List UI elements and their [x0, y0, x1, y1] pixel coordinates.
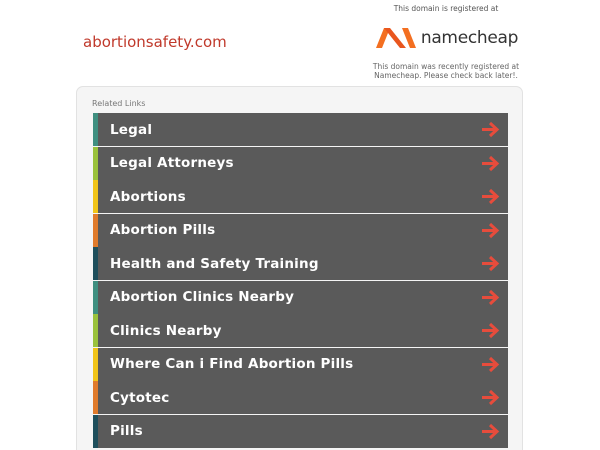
related-links-title: Related Links: [92, 99, 146, 108]
arrow-right-icon: [482, 356, 500, 372]
related-link-item[interactable]: Abortion Clinics Nearby: [93, 280, 508, 314]
related-link-item[interactable]: Legal Attorneys: [93, 146, 508, 180]
arrow-right-icon: [482, 289, 500, 305]
domain-name-link[interactable]: abortionsafety.com: [83, 33, 227, 51]
related-link-item[interactable]: Pills: [93, 414, 508, 448]
arrow-right-icon: [482, 155, 500, 171]
related-link-label: Health and Safety Training: [110, 255, 319, 272]
related-link-label: Abortions: [110, 188, 186, 205]
registrar-note-line-1: This domain was recently registered at: [372, 62, 520, 71]
registrar-note: This domain was recently registered at N…: [370, 62, 522, 80]
related-link-item[interactable]: Cytotec: [93, 381, 508, 414]
arrow-right-icon: [482, 322, 500, 339]
namecheap-logo-link[interactable]: namecheap: [370, 20, 522, 56]
arrow-right-icon: [482, 188, 500, 205]
related-link-label: Pills: [110, 423, 143, 439]
arrow-right-icon: [482, 423, 500, 439]
arrow-right-icon: [482, 255, 500, 272]
related-link-label: Where Can i Find Abortion Pills: [110, 356, 354, 372]
related-link-item[interactable]: Abortions: [93, 180, 508, 213]
related-link-label: Legal: [110, 121, 153, 138]
related-links-list: Legal Legal Attorneys Abortions Abortion Pi…: [93, 113, 508, 448]
registrar-info: This domain is registered at namecheap T…: [370, 4, 522, 80]
arrow-right-icon: [482, 222, 500, 238]
related-link-label: Abortion Pills: [110, 222, 216, 238]
page: abortionsafety.com This domain is regist…: [0, 0, 600, 450]
registrar-note-line-2: Namecheap. Please check back later!.: [374, 71, 518, 80]
related-link-item[interactable]: Health and Safety Training: [93, 247, 508, 280]
related-link-label: Legal Attorneys: [110, 155, 234, 171]
related-link-label: Cytotec: [110, 389, 170, 406]
arrow-right-icon: [482, 389, 500, 406]
related-link-label: Clinics Nearby: [110, 322, 222, 339]
related-link-item[interactable]: Clinics Nearby: [93, 314, 508, 347]
related-link-item[interactable]: Legal: [93, 113, 508, 146]
namecheap-brand-text: namecheap: [420, 28, 519, 48]
related-link-item[interactable]: Abortion Pills: [93, 213, 508, 247]
related-link-item[interactable]: Where Can i Find Abortion Pills: [93, 347, 508, 381]
related-link-label: Abortion Clinics Nearby: [110, 289, 295, 305]
arrow-right-icon: [482, 121, 500, 138]
namecheap-logo-icon: [375, 28, 416, 48]
related-links-panel: Related Links Legal Legal Attorneys Aborti…: [76, 86, 523, 450]
registrar-intro-text: This domain is registered at: [393, 4, 499, 13]
